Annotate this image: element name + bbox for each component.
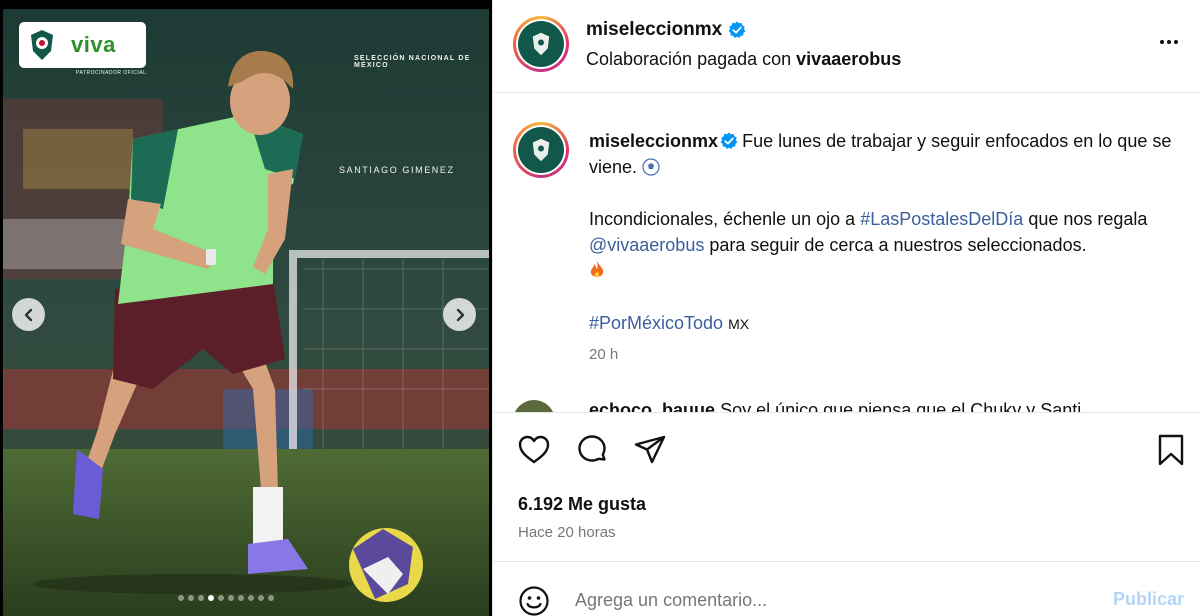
comment-text: Soy el único que piensa que el Chuky y S… [720, 400, 1082, 412]
post-caption: miseleccionmx Fue lunes de trabajar y se… [589, 128, 1189, 337]
carousel-dot [188, 595, 194, 601]
post-actions: 6.192 Me gusta Hace 20 horas [493, 412, 1200, 560]
carousel-prev-button[interactable] [12, 298, 45, 331]
carousel-dot-active [208, 595, 214, 601]
caption-username[interactable]: miseleccionmx [589, 131, 718, 151]
paid-partnership-label: Colaboración pagada con [586, 49, 792, 69]
caption-gap [589, 180, 1189, 206]
more-options-button[interactable] [1155, 30, 1183, 54]
more-dot [1174, 40, 1178, 44]
verified-badge-icon [720, 132, 738, 149]
soccer-ball-emoji-icon [642, 158, 660, 176]
more-dot [1160, 40, 1164, 44]
player-name: SANTIAGO GIMENEZ [339, 165, 455, 175]
more-dot [1167, 40, 1171, 44]
federation-crest-icon [532, 138, 550, 162]
fire-emoji-icon [590, 261, 604, 278]
sponsor-caption: PATROCINADOR OFICIAL [76, 70, 147, 76]
caption-line-2b: que nos regala [1028, 209, 1148, 229]
hashtag-las-postales[interactable]: #LasPostalesDelDía [860, 209, 1023, 229]
partner-link[interactable]: vivaaerobus [796, 49, 901, 69]
comments-scroll-area[interactable]: miseleccionmx Fue lunes de trabajar y se… [493, 94, 1200, 412]
commenter-avatar[interactable] [513, 400, 555, 412]
share-icon[interactable] [633, 433, 667, 467]
caption-line-2c: para seguir de cerca a nuestros seleccio… [709, 235, 1087, 255]
mention-vivaaerobus[interactable]: @vivaaerobus [589, 235, 704, 255]
carousel-dot [218, 595, 224, 601]
mexico-flag-text: MX [728, 316, 750, 332]
training-photo [3, 9, 489, 616]
caption-line-2a: Incondicionales, échenle un ojo a [589, 209, 856, 229]
author-username-row: miseleccionmx [586, 19, 746, 41]
paid-partnership: Colaboración pagada con vivaaerobus [586, 49, 901, 70]
emoji-picker-icon[interactable] [518, 585, 550, 616]
post-photo[interactable] [3, 9, 489, 616]
carousel-dot [228, 595, 234, 601]
carousel-dot [178, 595, 184, 601]
post-media: viva PATROCINADOR OFICIAL SELECCIÓN NACI… [0, 0, 492, 616]
carousel-dot [248, 595, 254, 601]
carousel-indicator [178, 595, 274, 601]
comment-input[interactable] [575, 586, 1095, 614]
hashtag-por-mexico-todo[interactable]: #PorMéxicoTodo [589, 313, 723, 333]
verified-badge-icon [728, 21, 746, 38]
publish-button[interactable]: Publicar [1113, 589, 1184, 610]
carousel-dot [268, 595, 274, 601]
post-header: miseleccionmx Colaboración pagada con vi… [493, 0, 1200, 93]
post-time[interactable]: Hace 20 horas [518, 524, 616, 541]
author-avatar[interactable] [513, 16, 569, 72]
caption-author-avatar[interactable] [513, 122, 569, 178]
federation-crest-icon [31, 30, 53, 60]
carousel-dot [258, 595, 264, 601]
sponsor-logo: viva [19, 22, 146, 68]
caption-timestamp[interactable]: 20 h [589, 346, 618, 363]
federation-crest-icon [532, 32, 550, 56]
carousel-dot [198, 595, 204, 601]
comment-icon[interactable] [575, 433, 609, 467]
author-username[interactable]: miseleccionmx [586, 19, 722, 41]
chevron-right-icon [456, 308, 464, 321]
commenter-username[interactable]: echoco_bauue [589, 400, 715, 412]
comment-preview: echoco_bauue Soy el único que piensa que… [589, 400, 1081, 412]
heart-icon[interactable] [517, 433, 551, 467]
likes-count[interactable]: 6.192 Me gusta [518, 494, 646, 515]
chevron-left-icon [24, 308, 32, 321]
carousel-dot [238, 595, 244, 601]
overlay-title: SELECCIÓN NACIONAL DE MÉXICO [354, 55, 471, 69]
post-panel: miseleccionmx Colaboración pagada con vi… [492, 0, 1200, 616]
add-comment-bar: Publicar [493, 561, 1200, 616]
carousel-next-button[interactable] [443, 298, 476, 331]
sponsor-brand: viva [71, 32, 116, 57]
caption-gap [589, 284, 1189, 310]
bookmark-icon[interactable] [1154, 433, 1188, 467]
